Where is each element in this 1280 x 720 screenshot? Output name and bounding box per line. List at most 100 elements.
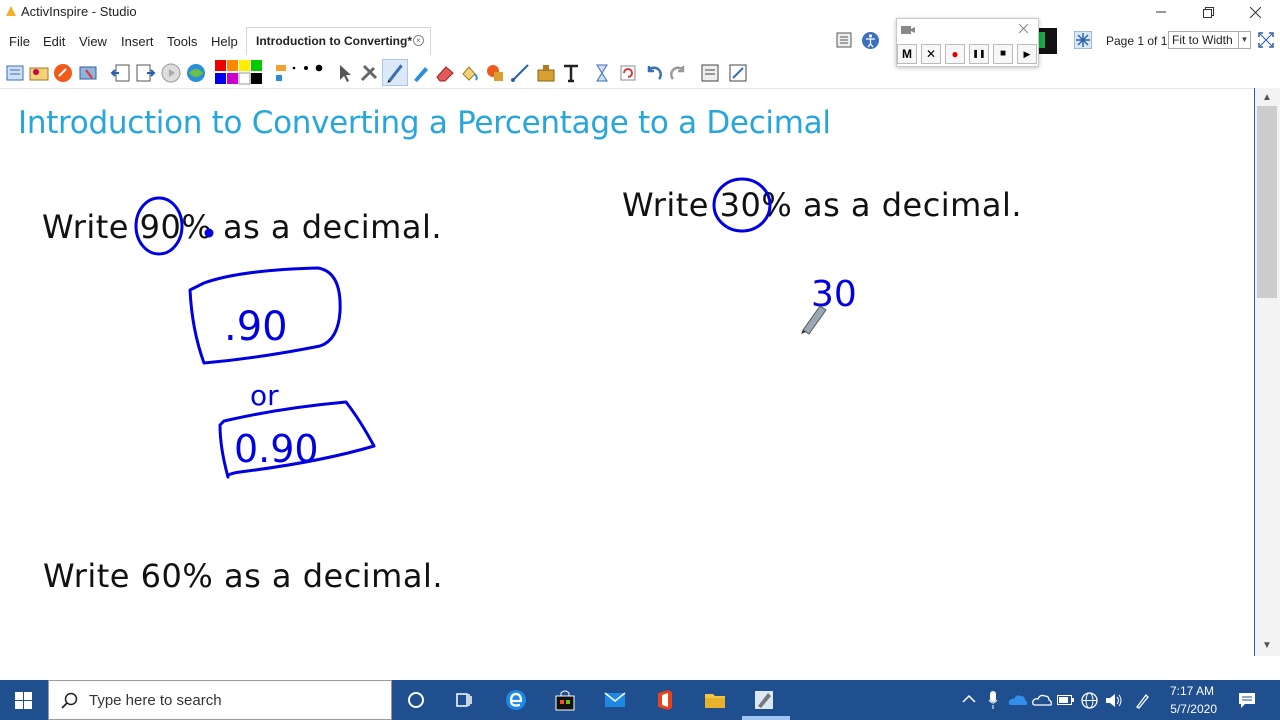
- store-icon[interactable]: [553, 688, 577, 712]
- pen-tool-button[interactable]: [382, 59, 408, 86]
- menu-file[interactable]: File: [9, 34, 30, 49]
- profile-icon[interactable]: [28, 62, 50, 84]
- play-icon[interactable]: [160, 62, 182, 84]
- problem-3: Write 60% as a decimal.: [43, 557, 443, 595]
- pen-ink-workspace-icon[interactable]: [1134, 692, 1150, 709]
- problem-1-number: 90: [139, 208, 182, 246]
- taskbar-search-input[interactable]: Type here to search: [48, 680, 392, 720]
- desktop-annotate-icon[interactable]: [185, 62, 207, 84]
- office-icon[interactable]: [653, 688, 677, 712]
- onedrive-icon[interactable]: [1008, 693, 1028, 707]
- record-tool-icon[interactable]: [52, 62, 74, 84]
- menu-edit[interactable]: Edit: [43, 34, 65, 49]
- slide-title: Introduction to Converting a Percentage …: [18, 105, 831, 141]
- file-explorer-icon[interactable]: [703, 688, 727, 712]
- page-notes-icon[interactable]: [699, 62, 721, 84]
- close-icon: [1249, 6, 1261, 18]
- accessibility-icon[interactable]: [861, 31, 880, 50]
- tab-document-label: Introduction to Converting*: [256, 34, 412, 48]
- toolbox-options-icon[interactable]: [727, 62, 749, 84]
- menu-insert[interactable]: Insert: [121, 34, 154, 49]
- close-window-button[interactable]: [1232, 0, 1278, 24]
- pen-width-icon[interactable]: [274, 62, 324, 84]
- stamp-tool-icon[interactable]: [535, 62, 557, 84]
- windows-start-icon[interactable]: [15, 692, 32, 709]
- task-view-icon[interactable]: [452, 688, 476, 712]
- eraser-icon[interactable]: [434, 62, 456, 84]
- title-bar: ActivInspire - Studio: [0, 0, 1280, 24]
- pen-icon: [387, 64, 403, 83]
- menu-help[interactable]: Help: [211, 34, 238, 49]
- window-title: ActivInspire - Studio: [21, 4, 137, 19]
- show-hidden-icons-icon[interactable]: [962, 694, 976, 704]
- menu-view[interactable]: View: [79, 34, 107, 49]
- recorder-mode-button[interactable]: M: [897, 44, 917, 64]
- recorder-stop-button[interactable]: ■: [993, 44, 1013, 64]
- next-page-icon[interactable]: [134, 62, 156, 84]
- main-menu-icon[interactable]: [4, 62, 26, 84]
- network-globe-icon[interactable]: [1081, 692, 1098, 709]
- problem-2-pre: Write: [622, 186, 720, 224]
- action-center-icon[interactable]: [1238, 691, 1256, 709]
- problem-3-pre: Write: [43, 557, 141, 595]
- reset-page-icon[interactable]: [617, 62, 639, 84]
- fullscreen-icon[interactable]: [1258, 32, 1274, 48]
- undo-icon[interactable]: [643, 62, 665, 84]
- clock-date[interactable]: 5/7/2020: [1154, 702, 1217, 716]
- recorder-close-icon[interactable]: [1018, 23, 1029, 34]
- scroll-down-icon[interactable]: ▼: [1255, 638, 1279, 654]
- microphone-icon[interactable]: [988, 691, 998, 709]
- fill-tool-icon[interactable]: [458, 62, 480, 84]
- restore-button[interactable]: [1185, 0, 1231, 24]
- battery-icon[interactable]: [1057, 694, 1075, 706]
- clock-time[interactable]: 7:17 AM: [1160, 684, 1214, 698]
- recorder-cancel-button[interactable]: ✕: [921, 44, 941, 64]
- tab-close-icon[interactable]: ×: [413, 35, 424, 46]
- main-toolbar: [0, 58, 1280, 88]
- text-tool-icon[interactable]: [560, 62, 582, 84]
- problem-3-post: % as a decimal.: [182, 557, 444, 595]
- windows-taskbar: Type here to search 7:17 AM 5/7/2020: [0, 680, 1280, 720]
- weather-cloud-icon[interactable]: [1032, 693, 1052, 707]
- volume-icon[interactable]: [1105, 692, 1123, 709]
- tools-icon[interactable]: [358, 62, 380, 84]
- page-indicator: Page 1 of 1: [1106, 34, 1168, 48]
- edge-browser-icon[interactable]: [504, 688, 528, 712]
- restore-icon: [1202, 6, 1214, 18]
- zoom-value: Fit to Width: [1172, 33, 1233, 47]
- activinspire-logo-icon: [6, 6, 16, 16]
- recorder-record-button[interactable]: ●: [945, 44, 965, 64]
- zoom-select[interactable]: Fit to Width ▼: [1168, 31, 1251, 49]
- problem-1-post: % as a decimal.: [181, 208, 443, 246]
- problem-3-number: 60: [140, 557, 183, 595]
- shape-tool-icon[interactable]: [484, 62, 506, 84]
- tab-document[interactable]: Introduction to Converting* ×: [246, 27, 431, 55]
- activinspire-taskbar-icon[interactable]: [752, 688, 776, 712]
- page-browser-icon[interactable]: [836, 32, 852, 48]
- redo-icon[interactable]: [667, 62, 689, 84]
- vertical-scrollbar[interactable]: ▲ ▼: [1254, 88, 1280, 656]
- green-status-icon: [1039, 28, 1057, 54]
- cortana-icon[interactable]: [404, 688, 428, 712]
- search-placeholder: Type here to search: [89, 692, 222, 709]
- snowflake-icon[interactable]: [1074, 31, 1092, 49]
- problem-2-post: % as a decimal.: [761, 186, 1023, 224]
- recorder-play-button[interactable]: ▶: [1017, 44, 1037, 64]
- clear-icon[interactable]: [591, 62, 613, 84]
- camera-icon: [901, 26, 915, 34]
- scroll-up-icon[interactable]: ▲: [1255, 90, 1279, 106]
- highlighter-icon[interactable]: [410, 62, 432, 84]
- recorder-window[interactable]: M ✕ ● ❚❚ ■ ▶: [896, 18, 1039, 67]
- recorder-pause-button[interactable]: ❚❚: [969, 44, 989, 64]
- scroll-thumb[interactable]: [1257, 106, 1277, 298]
- color-palette[interactable]: [215, 60, 269, 86]
- previous-page-icon[interactable]: [110, 62, 132, 84]
- menu-tools[interactable]: Tools: [167, 34, 197, 49]
- mail-icon[interactable]: [603, 688, 627, 712]
- problem-1-pre: Write: [42, 208, 140, 246]
- resource-browser-icon[interactable]: [77, 62, 99, 84]
- connector-tool-icon[interactable]: [509, 62, 531, 84]
- minimize-button[interactable]: [1138, 0, 1184, 24]
- select-tool-icon[interactable]: [333, 62, 355, 84]
- search-icon: [61, 692, 78, 709]
